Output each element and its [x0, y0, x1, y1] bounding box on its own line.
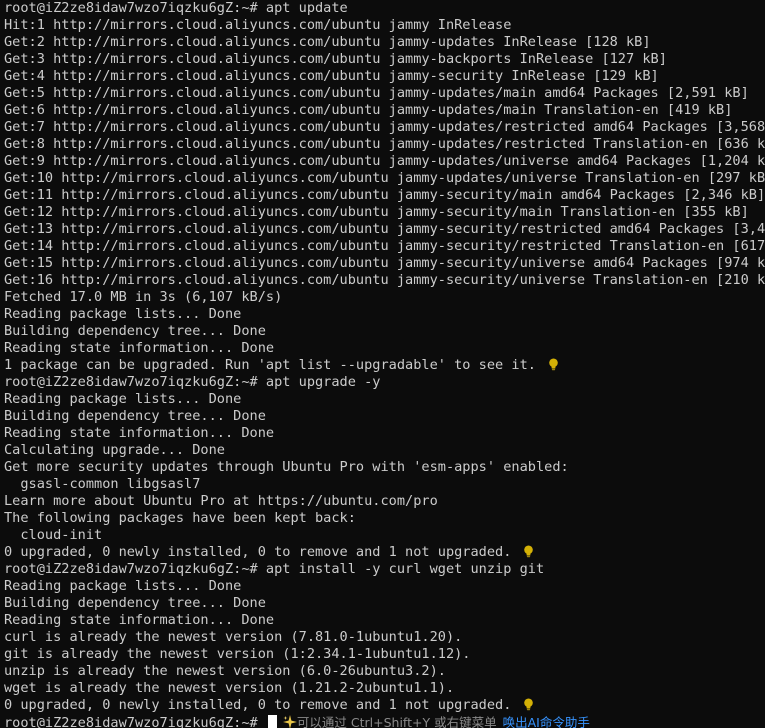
- terminal-line: Reading package lists... Done: [4, 578, 765, 595]
- terminal-line: Get:5 http://mirrors.cloud.aliyuncs.com/…: [4, 85, 765, 102]
- lightbulb-icon[interactable]: [523, 545, 534, 558]
- terminal-line-text: Get:10 http://mirrors.cloud.aliyuncs.com…: [4, 170, 765, 186]
- terminal-line-text: Reading state information... Done: [4, 425, 275, 441]
- terminal-line: 0 upgraded, 0 newly installed, 0 to remo…: [4, 697, 765, 714]
- terminal-line: unzip is already the newest version (6.0…: [4, 663, 765, 680]
- lightbulb-icon[interactable]: [523, 698, 534, 711]
- terminal-line-text: Reading package lists... Done: [4, 306, 242, 322]
- terminal-line-text: Get:9 http://mirrors.cloud.aliyuncs.com/…: [4, 153, 765, 169]
- terminal-line-text: gsasl-common libgsasl7: [4, 476, 201, 492]
- terminal-line: gsasl-common libgsasl7: [4, 476, 765, 493]
- terminal-line: Building dependency tree... Done: [4, 595, 765, 612]
- terminal-line-text: wget is already the newest version (1.21…: [4, 680, 455, 696]
- terminal-line: Get:8 http://mirrors.cloud.aliyuncs.com/…: [4, 136, 765, 153]
- terminal-line: root@iZ2ze8idaw7wzo7iqzku6gZ:~# apt upgr…: [4, 374, 765, 391]
- terminal-line: Get:14 http://mirrors.cloud.aliyuncs.com…: [4, 238, 765, 255]
- terminal-line: Get:3 http://mirrors.cloud.aliyuncs.com/…: [4, 51, 765, 68]
- terminal-line: root@iZ2ze8idaw7wzo7iqzku6gZ:~# apt inst…: [4, 561, 765, 578]
- terminal-line: 0 upgraded, 0 newly installed, 0 to remo…: [4, 544, 765, 561]
- terminal-line: Calculating upgrade... Done: [4, 442, 765, 459]
- terminal-line-text: Get:16 http://mirrors.cloud.aliyuncs.com…: [4, 272, 765, 288]
- terminal-line: wget is already the newest version (1.21…: [4, 680, 765, 697]
- terminal-line: Get:4 http://mirrors.cloud.aliyuncs.com/…: [4, 68, 765, 85]
- sparkle-icon: [282, 715, 297, 728]
- terminal-line: The following packages have been kept ba…: [4, 510, 765, 527]
- terminal-line-text: cloud-init: [4, 527, 103, 543]
- terminal-line: Reading state information... Done: [4, 612, 765, 629]
- terminal-line-text: root@iZ2ze8idaw7wzo7iqzku6gZ:~# apt inst…: [4, 561, 545, 577]
- terminal-line-text: 0 upgraded, 0 newly installed, 0 to remo…: [4, 544, 512, 560]
- terminal-line-text: Hit:1 http://mirrors.cloud.aliyuncs.com/…: [4, 17, 512, 33]
- terminal-line-text: Get:15 http://mirrors.cloud.aliyuncs.com…: [4, 255, 765, 271]
- lightbulb-icon[interactable]: [548, 358, 559, 371]
- shell-prompt: root@iZ2ze8idaw7wzo7iqzku6gZ:~#: [4, 715, 258, 728]
- terminal-line-text: Building dependency tree... Done: [4, 595, 266, 611]
- terminal-line: Fetched 17.0 MB in 3s (6,107 kB/s): [4, 289, 765, 306]
- terminal-line-text: Get more security updates through Ubuntu…: [4, 459, 569, 475]
- terminal-line-text: Get:7 http://mirrors.cloud.aliyuncs.com/…: [4, 119, 765, 135]
- text-cursor[interactable]: [267, 715, 277, 728]
- ai-hint-text: 可以通过 Ctrl+Shift+Y 或右键菜单: [296, 715, 497, 728]
- terminal-line: Learn more about Ubuntu Pro at https://u…: [4, 493, 765, 510]
- terminal-line-text: The following packages have been kept ba…: [4, 510, 356, 526]
- terminal-line: Reading package lists... Done: [4, 391, 765, 408]
- ai-assistant-hint: 可以通过 Ctrl+Shift+Y 或右键菜单 唤出AI命令助手: [282, 715, 590, 728]
- terminal-line: Building dependency tree... Done: [4, 408, 765, 425]
- terminal-line-text: Learn more about Ubuntu Pro at https://u…: [4, 493, 438, 509]
- terminal-line: curl is already the newest version (7.81…: [4, 629, 765, 646]
- terminal-line: Get:9 http://mirrors.cloud.aliyuncs.com/…: [4, 153, 765, 170]
- terminal-line: Get:13 http://mirrors.cloud.aliyuncs.com…: [4, 221, 765, 238]
- terminal-line-text: Get:3 http://mirrors.cloud.aliyuncs.com/…: [4, 51, 667, 67]
- terminal-line-text: Fetched 17.0 MB in 3s (6,107 kB/s): [4, 289, 283, 305]
- terminal-line: Get:12 http://mirrors.cloud.aliyuncs.com…: [4, 204, 765, 221]
- terminal-line-text: Get:12 http://mirrors.cloud.aliyuncs.com…: [4, 204, 749, 220]
- ai-hint-link[interactable]: 唤出AI命令助手: [503, 715, 590, 728]
- terminal-line-text: Reading package lists... Done: [4, 578, 242, 594]
- terminal-output: root@iZ2ze8idaw7wzo7iqzku6gZ:~# apt upda…: [4, 0, 765, 714]
- terminal-line: root@iZ2ze8idaw7wzo7iqzku6gZ:~# apt upda…: [4, 0, 765, 17]
- terminal-line-text: Building dependency tree... Done: [4, 408, 266, 424]
- terminal-line: Reading package lists... Done: [4, 306, 765, 323]
- terminal-line: Get:15 http://mirrors.cloud.aliyuncs.com…: [4, 255, 765, 272]
- terminal-line: Hit:1 http://mirrors.cloud.aliyuncs.com/…: [4, 17, 765, 34]
- terminal-line: Get:6 http://mirrors.cloud.aliyuncs.com/…: [4, 102, 765, 119]
- terminal-line-text: Get:5 http://mirrors.cloud.aliyuncs.com/…: [4, 85, 749, 101]
- terminal-line-text: Get:13 http://mirrors.cloud.aliyuncs.com…: [4, 221, 765, 237]
- terminal-line: Get:11 http://mirrors.cloud.aliyuncs.com…: [4, 187, 765, 204]
- terminal-line: Building dependency tree... Done: [4, 323, 765, 340]
- terminal-line: Get:2 http://mirrors.cloud.aliyuncs.com/…: [4, 34, 765, 51]
- terminal-line-text: Get:2 http://mirrors.cloud.aliyuncs.com/…: [4, 34, 651, 50]
- terminal-line-text: Reading state information... Done: [4, 340, 275, 356]
- terminal-line-text: Reading package lists... Done: [4, 391, 242, 407]
- terminal-line-text: Building dependency tree... Done: [4, 323, 266, 339]
- terminal-prompt-line[interactable]: root@iZ2ze8idaw7wzo7iqzku6gZ:~# 可以通过 Ctr…: [4, 714, 765, 728]
- terminal-line-text: Get:4 http://mirrors.cloud.aliyuncs.com/…: [4, 68, 659, 84]
- terminal-line: Reading state information... Done: [4, 425, 765, 442]
- terminal-line: Get:10 http://mirrors.cloud.aliyuncs.com…: [4, 170, 765, 187]
- terminal-line: Get:16 http://mirrors.cloud.aliyuncs.com…: [4, 272, 765, 289]
- terminal-line-text: Reading state information... Done: [4, 612, 275, 628]
- terminal-line-text: Get:8 http://mirrors.cloud.aliyuncs.com/…: [4, 136, 765, 152]
- terminal-line-text: Get:14 http://mirrors.cloud.aliyuncs.com…: [4, 238, 765, 254]
- terminal-line-text: 0 upgraded, 0 newly installed, 0 to remo…: [4, 697, 512, 713]
- terminal-line-text: root@iZ2ze8idaw7wzo7iqzku6gZ:~# apt upda…: [4, 0, 348, 16]
- terminal-line-text: root@iZ2ze8idaw7wzo7iqzku6gZ:~# apt upgr…: [4, 374, 381, 390]
- terminal-line-text: Get:11 http://mirrors.cloud.aliyuncs.com…: [4, 187, 765, 203]
- terminal-line-text: git is already the newest version (1:2.3…: [4, 646, 471, 662]
- terminal-line: Get:7 http://mirrors.cloud.aliyuncs.com/…: [4, 119, 765, 136]
- terminal-line-text: unzip is already the newest version (6.0…: [4, 663, 446, 679]
- terminal-line-text: Get:6 http://mirrors.cloud.aliyuncs.com/…: [4, 102, 733, 118]
- terminal-line: Reading state information... Done: [4, 340, 765, 357]
- terminal-window[interactable]: root@iZ2ze8idaw7wzo7iqzku6gZ:~# apt upda…: [0, 0, 765, 728]
- terminal-line: git is already the newest version (1:2.3…: [4, 646, 765, 663]
- terminal-line-text: Calculating upgrade... Done: [4, 442, 225, 458]
- terminal-line: 1 package can be upgraded. Run 'apt list…: [4, 357, 765, 374]
- terminal-line-text: curl is already the newest version (7.81…: [4, 629, 463, 645]
- terminal-line: Get more security updates through Ubuntu…: [4, 459, 765, 476]
- terminal-line: cloud-init: [4, 527, 765, 544]
- terminal-line-text: 1 package can be upgraded. Run 'apt list…: [4, 357, 536, 373]
